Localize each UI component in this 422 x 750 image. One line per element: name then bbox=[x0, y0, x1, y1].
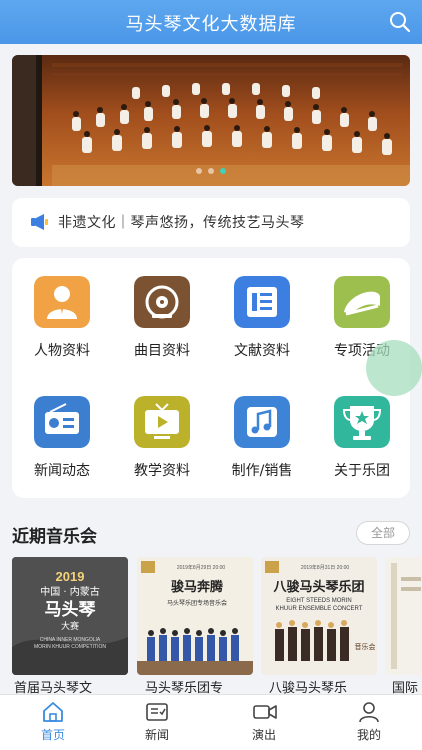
svg-text:CHINA INNER MONGOLIA: CHINA INNER MONGOLIA bbox=[40, 637, 101, 643]
tab-home[interactable]: 首页 bbox=[18, 695, 88, 750]
concert-caption[interactable]: 马头琴乐团专 bbox=[145, 677, 253, 695]
tv-icon bbox=[134, 396, 190, 448]
record-icon bbox=[134, 276, 190, 328]
carousel-dot-active[interactable] bbox=[220, 168, 226, 174]
svg-text:2019年8月29日 20:00: 2019年8月29日 20:00 bbox=[177, 564, 226, 571]
tab-label: 我的 bbox=[356, 728, 381, 742]
category-label: 教学资料 bbox=[134, 463, 190, 479]
svg-text:大赛: 大赛 bbox=[61, 620, 79, 632]
svg-text:中国 · 内蒙古: 中国 · 内蒙古 bbox=[40, 585, 100, 598]
category-item-teaching[interactable]: 教学资料 bbox=[112, 378, 212, 488]
video-icon bbox=[253, 705, 277, 719]
carousel-dots bbox=[12, 168, 410, 174]
radio-icon bbox=[34, 396, 90, 448]
banner-carousel[interactable] bbox=[12, 55, 410, 186]
category-label: 关于乐团 bbox=[334, 463, 390, 479]
svg-text:马头琴乐团专场音乐会: 马头琴乐团专场音乐会 bbox=[167, 599, 227, 607]
app-header: 马头琴文化大数据库 bbox=[0, 0, 422, 44]
category-label: 文献资料 bbox=[234, 343, 290, 359]
tab-shows[interactable]: 演出 bbox=[229, 695, 299, 750]
concert-poster[interactable]: 2019 中国 · 内蒙古 马头琴 大赛 CHINA INNER MONGOLI… bbox=[12, 557, 128, 675]
svg-text:骏马奔腾: 骏马奔腾 bbox=[171, 579, 224, 595]
megaphone-icon bbox=[31, 214, 48, 230]
tab-label: 首页 bbox=[40, 728, 65, 742]
notice-bar[interactable]: 非遗文化｜琴声悠扬，传统技艺马头琴 bbox=[12, 198, 410, 247]
trophy-icon bbox=[334, 396, 390, 448]
tab-news[interactable]: 新闻 bbox=[122, 695, 192, 750]
category-label: 制作/销售 bbox=[231, 463, 293, 479]
category-item-news[interactable]: 新闻动态 bbox=[12, 378, 112, 488]
svg-text:MORIN KHUUR COMPETITION: MORIN KHUUR COMPETITION bbox=[34, 644, 106, 650]
news-icon bbox=[146, 703, 168, 721]
document-icon bbox=[234, 276, 290, 328]
svg-text:马头琴: 马头琴 bbox=[45, 600, 96, 620]
bottom-tab-bar: 首页 新闻 演出 我的 bbox=[0, 694, 422, 750]
view-all-button[interactable]: 全部 bbox=[356, 521, 410, 545]
category-item-people[interactable]: 人物资料 bbox=[12, 258, 112, 368]
concert-caption[interactable]: 首届马头琴文 bbox=[14, 677, 128, 695]
category-item-documents[interactable]: 文献资料 bbox=[212, 258, 312, 368]
tab-mine[interactable]: 我的 bbox=[334, 695, 404, 750]
tab-label: 演出 bbox=[251, 728, 276, 742]
hat-icon bbox=[334, 276, 390, 328]
concert-poster[interactable]: 2019年8月29日 20:00 骏马奔腾 马头琴乐团专场音乐会 bbox=[137, 557, 253, 675]
svg-text:2019: 2019 bbox=[56, 569, 85, 584]
svg-text:八骏马头琴乐团: 八骏马头琴乐团 bbox=[272, 579, 364, 595]
page-title: 马头琴文化大数据库 bbox=[125, 14, 297, 35]
concert-poster[interactable] bbox=[385, 557, 422, 675]
carousel-dot[interactable] bbox=[208, 168, 214, 174]
category-label: 曲目资料 bbox=[134, 343, 190, 359]
poster-graphic: 2019年8月31日 20:00 八骏马头琴乐团 EIGHT STEEDS MO… bbox=[261, 557, 377, 675]
concert-list: 2019 中国 · 内蒙古 马头琴 大赛 CHINA INNER MONGOLI… bbox=[0, 557, 422, 695]
category-grid: 人物资料 曲目资料 文献资料 专项活动 新闻动态 教学资料 制作/销售 关于乐团 bbox=[12, 258, 410, 498]
carousel-dot[interactable] bbox=[196, 168, 202, 174]
search-icon[interactable] bbox=[388, 10, 412, 34]
poster-graphic: 2019年8月29日 20:00 骏马奔腾 马头琴乐团专场音乐会 bbox=[137, 557, 253, 675]
orchestra-photo bbox=[12, 55, 410, 186]
tab-label: 新闻 bbox=[144, 728, 169, 742]
category-label: 新闻动态 bbox=[34, 463, 90, 479]
user-icon bbox=[359, 702, 379, 723]
concert-poster[interactable]: 2019年8月31日 20:00 八骏马头琴乐团 EIGHT STEEDS MO… bbox=[261, 557, 377, 675]
music-note-icon bbox=[234, 396, 290, 448]
floating-assist-button[interactable] bbox=[366, 340, 422, 396]
notice-text: 非遗文化｜琴声悠扬，传统技艺马头琴 bbox=[58, 215, 305, 231]
concert-caption[interactable]: 国际 bbox=[392, 677, 422, 695]
category-item-sales[interactable]: 制作/销售 bbox=[212, 378, 312, 488]
section-title: 近期音乐会 bbox=[12, 527, 97, 547]
person-icon bbox=[34, 276, 90, 328]
poster-graphic bbox=[385, 557, 422, 675]
category-label: 人物资料 bbox=[34, 343, 90, 359]
concert-caption[interactable]: 八骏马头琴乐 bbox=[269, 677, 377, 695]
home-icon bbox=[43, 702, 63, 722]
category-item-tracks[interactable]: 曲目资料 bbox=[112, 258, 212, 368]
svg-text:KHUUR ENSEMBLE CONCERT: KHUUR ENSEMBLE CONCERT bbox=[276, 606, 363, 612]
svg-text:EIGHT STEEDS MORIN: EIGHT STEEDS MORIN bbox=[286, 598, 352, 604]
svg-text:2019年8月31日 20:00: 2019年8月31日 20:00 bbox=[301, 564, 350, 571]
poster-graphic: 2019 中国 · 内蒙古 马头琴 大赛 CHINA INNER MONGOLI… bbox=[12, 557, 128, 675]
svg-text:音乐会: 音乐会 bbox=[355, 642, 376, 651]
